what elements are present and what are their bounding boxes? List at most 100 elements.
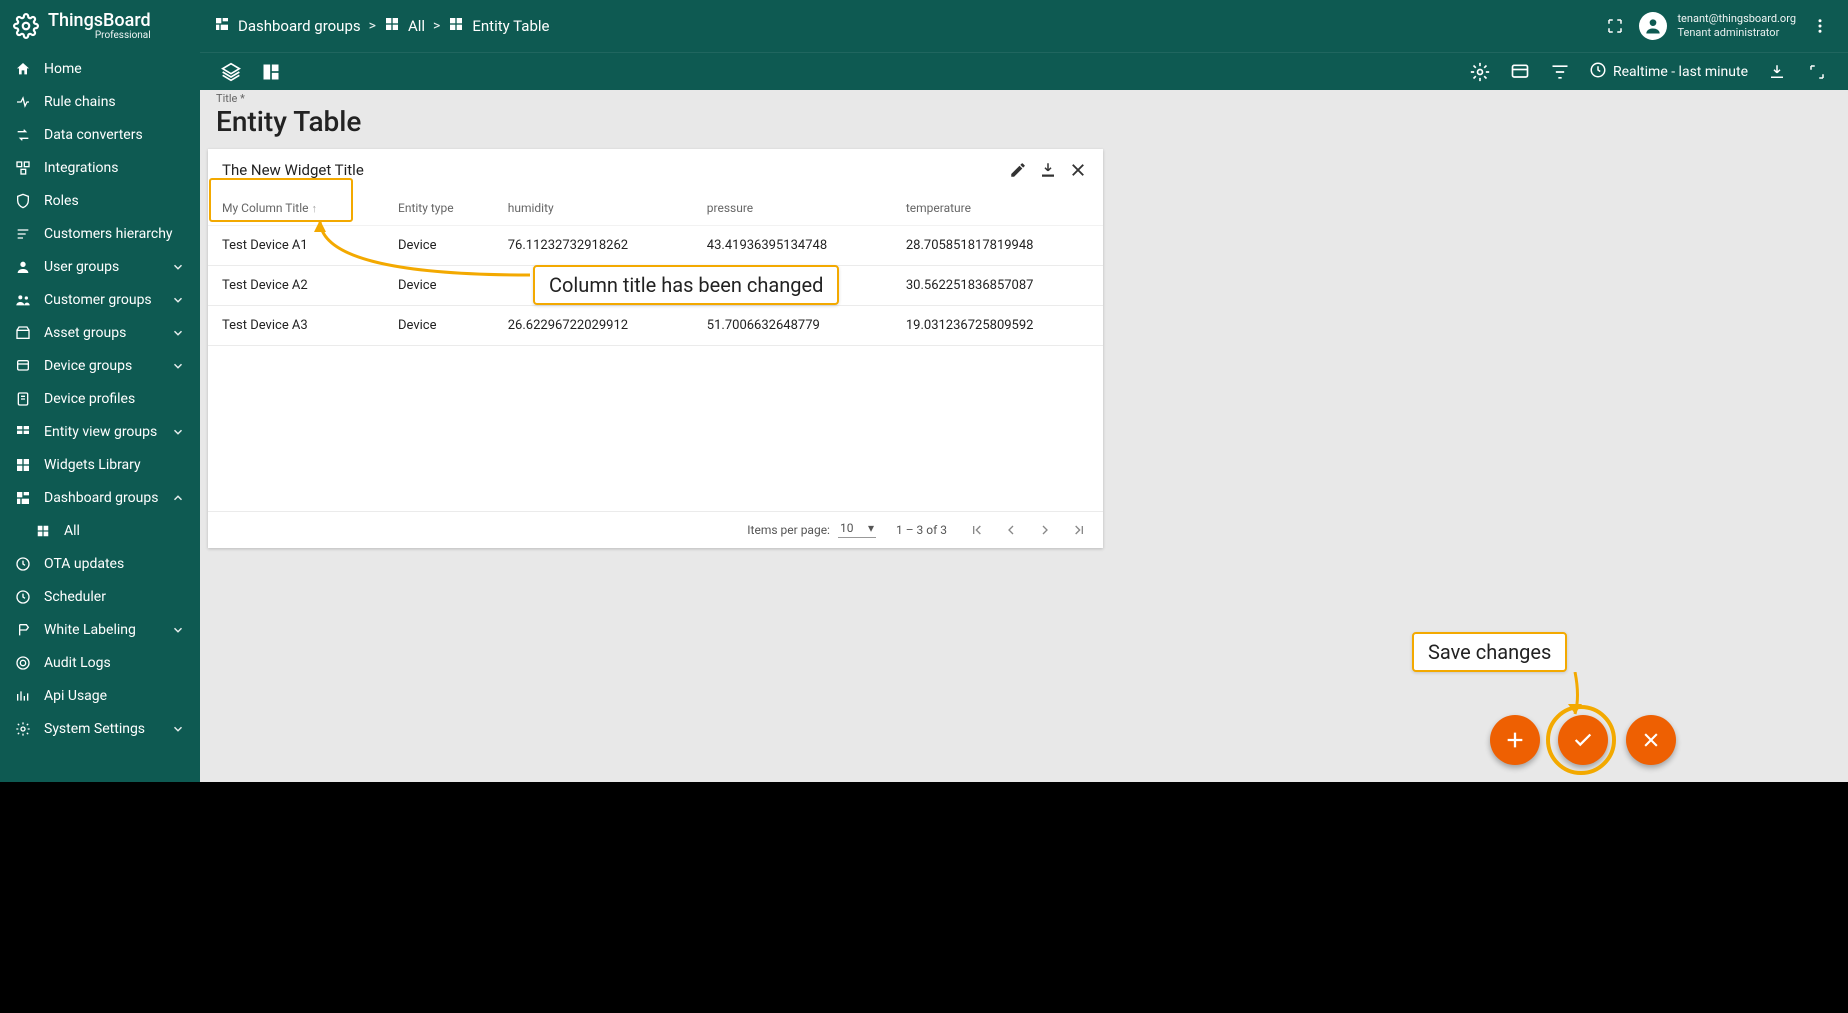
col-header-temperature[interactable]: temperature <box>894 191 1103 226</box>
breadcrumb-sep: > <box>369 18 376 34</box>
breadcrumb-2-label: Entity Table <box>472 17 549 35</box>
nav: Home Rule chains Data converters Integratio… <box>0 52 200 782</box>
chevron-down-icon <box>170 259 186 275</box>
cell-temperature: 28.705851817819948 <box>894 225 1103 265</box>
table-header-row: My Column Title↑ Entity type humidity pr… <box>208 191 1103 226</box>
sidebar-item-device-profiles[interactable]: Device profiles <box>0 382 200 415</box>
col-header-humidity[interactable]: humidity <box>496 191 695 226</box>
sort-asc-icon: ↑ <box>312 202 318 215</box>
sidebar-item-label: Rule chains <box>44 94 186 110</box>
download-icon[interactable] <box>1766 61 1788 83</box>
apply-button[interactable] <box>1558 715 1608 765</box>
api-icon <box>14 687 32 705</box>
filter-icon[interactable] <box>1549 61 1571 83</box>
fullscreen-icon[interactable] <box>1601 12 1629 40</box>
sidebar-item-label: All <box>64 523 186 539</box>
sidebar-item-widgets-library[interactable]: Widgets Library <box>0 448 200 481</box>
title-field: Title * Entity Table <box>208 90 1840 145</box>
entity-aliases-icon[interactable] <box>1509 61 1531 83</box>
brand-name: ThingsBoard <box>48 12 151 30</box>
title-field-value[interactable]: Entity Table <box>216 105 1832 139</box>
breadcrumb-2[interactable]: Entity Table <box>448 16 549 36</box>
add-button[interactable] <box>1490 715 1540 765</box>
sidebar-item-label: Audit Logs <box>44 655 186 671</box>
sidebar-item-home[interactable]: Home <box>0 52 200 85</box>
sidebar: ThingsBoard Professional Home Rule chains… <box>0 0 200 782</box>
sidebar-item-scheduler[interactable]: Scheduler <box>0 580 200 613</box>
dropdown-icon: ▾ <box>868 521 874 535</box>
table-row[interactable]: Test Device A1Device76.1123273291826243.… <box>208 225 1103 265</box>
sidebar-item-label: Data converters <box>44 127 186 143</box>
sidebar-item-device-groups[interactable]: Device groups <box>0 349 200 382</box>
export-icon[interactable] <box>1037 159 1059 181</box>
sidebar-item-label: Api Usage <box>44 688 186 704</box>
customers-icon <box>14 291 32 309</box>
cell-name: Test Device A1 <box>208 225 386 265</box>
user-role: Tenant administrator <box>1677 26 1796 40</box>
user-email: tenant@thingsboard.org <box>1677 12 1796 26</box>
sidebar-item-user-groups[interactable]: User groups <box>0 250 200 283</box>
sidebar-item-label: Device profiles <box>44 391 186 407</box>
col-header-pressure[interactable]: pressure <box>695 191 894 226</box>
sidebar-item-system-settings[interactable]: System Settings <box>0 712 200 745</box>
person-icon <box>14 258 32 276</box>
breadcrumb: Dashboard groups > All > Entity Table <box>214 16 549 36</box>
dashboard-icon <box>214 16 230 36</box>
user-block[interactable]: tenant@thingsboard.org Tenant administra… <box>1639 12 1796 40</box>
table-footer: Items per page: 10 ▾ 1 – 3 of 3 <box>208 511 1103 548</box>
breadcrumb-1[interactable]: All <box>384 16 425 36</box>
cell-name: Test Device A2 <box>208 265 386 305</box>
first-page-icon[interactable] <box>967 520 987 540</box>
cell-humidity: 26.62296722029912 <box>496 305 695 345</box>
sidebar-item-ota-updates[interactable]: OTA updates <box>0 547 200 580</box>
topbar: Dashboard groups > All > Entity Table te… <box>200 0 1848 52</box>
cancel-button[interactable] <box>1626 715 1676 765</box>
sidebar-item-label: Customers hierarchy <box>44 226 186 242</box>
home-icon <box>14 60 32 78</box>
sidebar-item-integrations[interactable]: Integrations <box>0 151 200 184</box>
sidebar-item-customer-groups[interactable]: Customer groups <box>0 283 200 316</box>
sidebar-item-asset-groups[interactable]: Asset groups <box>0 316 200 349</box>
layout-icon[interactable] <box>260 61 282 83</box>
ipp-value: 10 <box>840 521 854 535</box>
time-window[interactable]: Realtime - last minute <box>1589 61 1748 83</box>
logo[interactable]: ThingsBoard Professional <box>0 0 200 52</box>
table-row[interactable]: Test Device A3Device26.6229672202991251.… <box>208 305 1103 345</box>
last-page-icon[interactable] <box>1069 520 1089 540</box>
col-header-type[interactable]: Entity type <box>386 191 496 226</box>
close-icon[interactable] <box>1067 159 1089 181</box>
sidebar-item-roles[interactable]: Roles <box>0 184 200 217</box>
chevron-down-icon <box>170 424 186 440</box>
breadcrumb-0[interactable]: Dashboard groups <box>214 16 361 36</box>
label-icon <box>14 621 32 639</box>
sidebar-item-rule-chains[interactable]: Rule chains <box>0 85 200 118</box>
more-vert-icon[interactable] <box>1806 12 1834 40</box>
prev-page-icon[interactable] <box>1001 520 1021 540</box>
next-page-icon[interactable] <box>1035 520 1055 540</box>
col-header-name[interactable]: My Column Title↑ <box>208 191 386 226</box>
sidebar-item-entity-view-groups[interactable]: Entity view groups <box>0 415 200 448</box>
ipp-select[interactable]: 10 ▾ <box>838 521 876 538</box>
sidebar-item-api-usage[interactable]: Api Usage <box>0 679 200 712</box>
sidebar-item-data-converters[interactable]: Data converters <box>0 118 200 151</box>
widget-header: The New Widget Title <box>208 149 1103 191</box>
ota-icon <box>14 555 32 573</box>
gear-icon[interactable] <box>1469 61 1491 83</box>
sidebar-item-label: Home <box>44 61 186 77</box>
chevron-down-icon <box>170 325 186 341</box>
expand-icon[interactable] <box>1806 61 1828 83</box>
widgets-icon <box>14 456 32 474</box>
cell-name: Test Device A3 <box>208 305 386 345</box>
sidebar-item-white-labeling[interactable]: White Labeling <box>0 613 200 646</box>
audit-icon <box>14 654 32 672</box>
edit-icon[interactable] <box>1007 159 1029 181</box>
layers-icon[interactable] <box>220 61 242 83</box>
sidebar-item-dashboard-groups[interactable]: Dashboard groups <box>0 481 200 514</box>
sidebar-item-customers-hierarchy[interactable]: Customers hierarchy <box>0 217 200 250</box>
ipp-label: Items per page: <box>747 523 830 537</box>
integrations-icon <box>14 159 32 177</box>
sidebar-item-all[interactable]: All <box>0 514 200 547</box>
chevron-up-icon <box>170 490 186 506</box>
sidebar-item-audit-logs[interactable]: Audit Logs <box>0 646 200 679</box>
cell-temperature: 30.562251836857087 <box>894 265 1103 305</box>
